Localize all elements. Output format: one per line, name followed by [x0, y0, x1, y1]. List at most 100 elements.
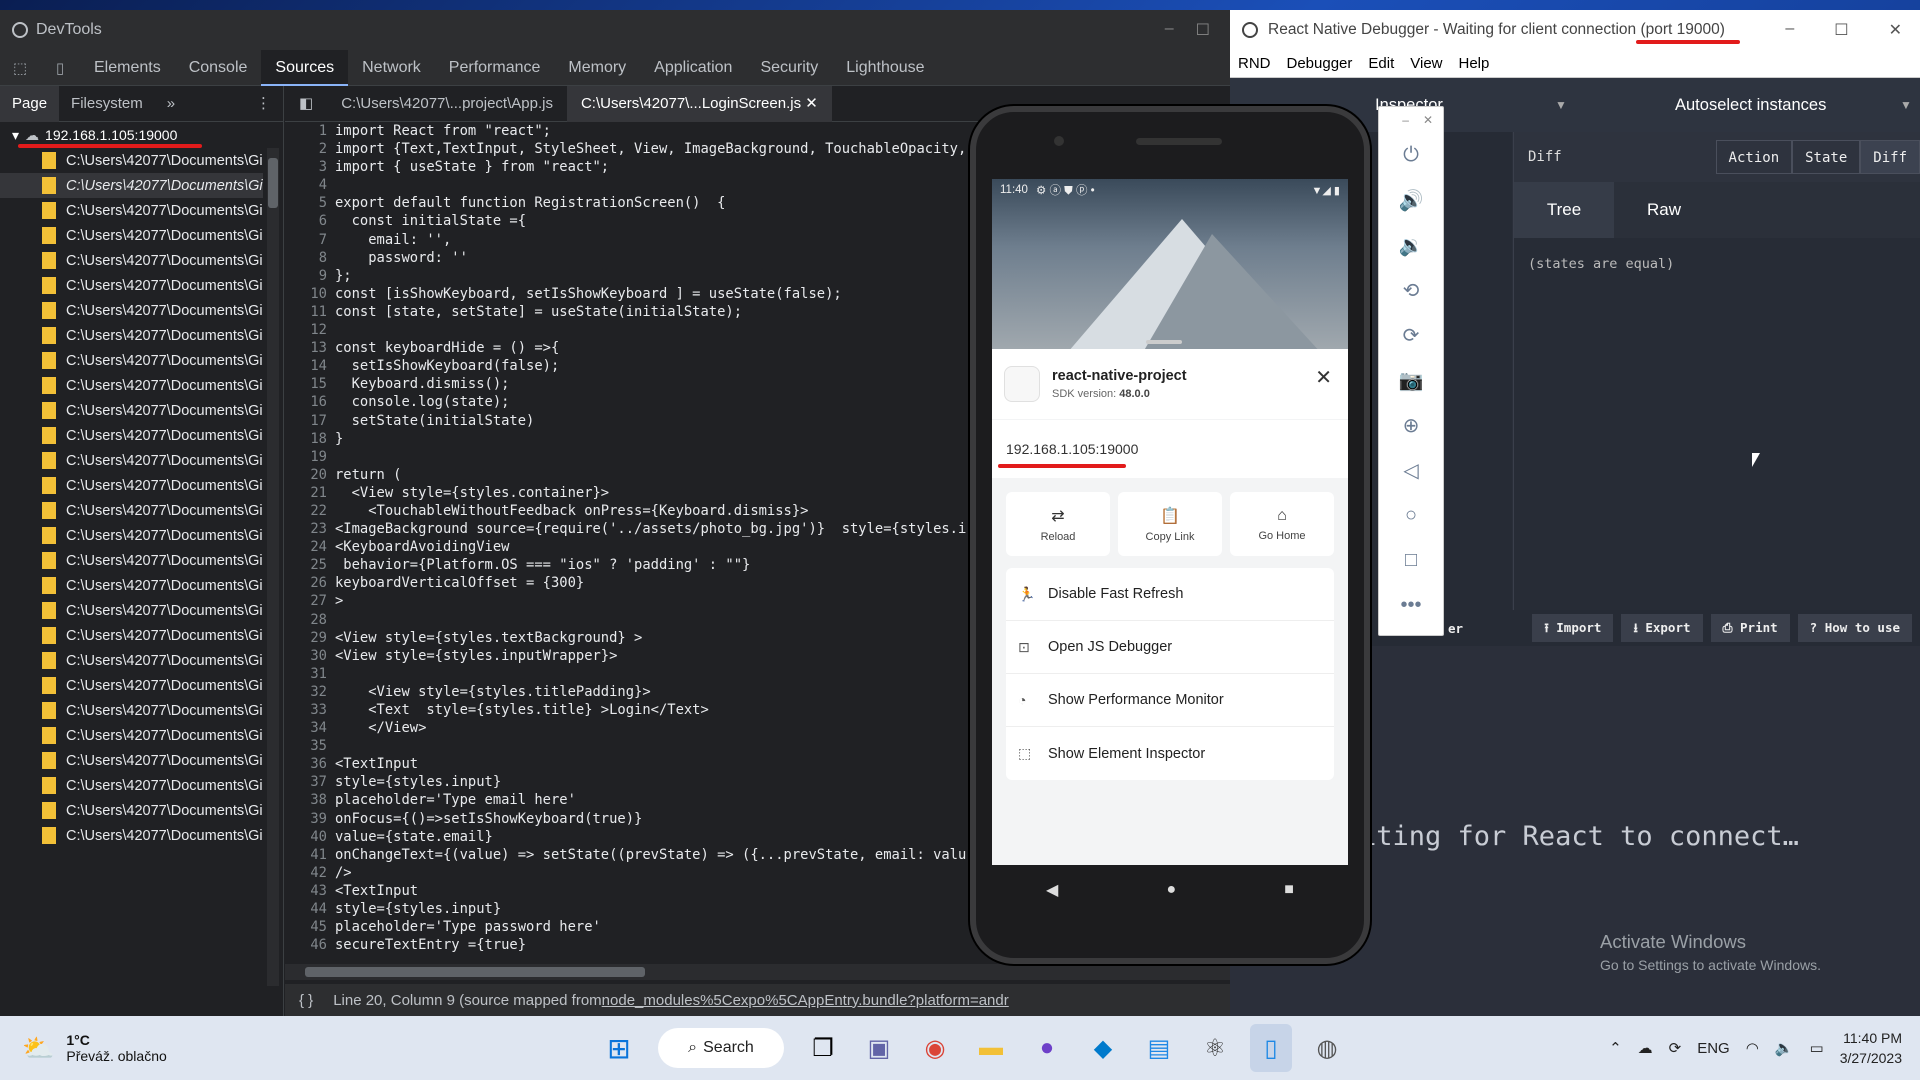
device-toolbar-icon[interactable]: ▯: [40, 59, 80, 77]
globe-icon[interactable]: ◍: [1306, 1024, 1348, 1072]
copy-link-button[interactable]: 📋 Copy Link: [1118, 492, 1222, 556]
tab-elements[interactable]: Elements: [80, 50, 175, 86]
power-icon[interactable]: ⏻: [1379, 133, 1443, 178]
notepad-icon[interactable]: ▤: [1138, 1024, 1180, 1072]
tab-performance[interactable]: Performance: [435, 50, 555, 86]
tab-page[interactable]: Page: [0, 85, 60, 122]
file-item[interactable]: C:\Users\42077\Documents\Gi: [0, 248, 263, 273]
file-item[interactable]: C:\Users\42077\Documents\Gi: [0, 173, 263, 198]
partial-button-label[interactable]: er: [1448, 621, 1463, 636]
clock[interactable]: 11:40 PM 3/27/2023: [1840, 1028, 1902, 1068]
file-item[interactable]: C:\Users\42077\Documents\Gi: [0, 598, 263, 623]
sheet-handle[interactable]: [1146, 340, 1182, 344]
source-map-link[interactable]: node_modules%5Cexpo%5CAppEntry.bundle?pl…: [602, 992, 1009, 1009]
home-icon[interactable]: ○: [1379, 493, 1443, 538]
action-button[interactable]: Action: [1715, 140, 1793, 174]
back-icon[interactable]: ◁: [1379, 448, 1443, 493]
file-item[interactable]: C:\Users\42077\Documents\Gi: [0, 798, 263, 823]
chrome-icon[interactable]: ◉: [914, 1024, 956, 1072]
file-item[interactable]: C:\Users\42077\Documents\Gi: [0, 273, 263, 298]
tab-raw[interactable]: Raw: [1614, 182, 1714, 238]
editor-horizontal-scrollbar[interactable]: [285, 964, 1230, 980]
inspect-element-icon[interactable]: ⬚: [0, 59, 40, 77]
file-item[interactable]: C:\Users\42077\Documents\Gi: [0, 548, 263, 573]
file-item[interactable]: C:\Users\42077\Documents\Gi: [0, 723, 263, 748]
back-icon[interactable]: ◀: [1046, 880, 1058, 900]
go-home-button[interactable]: ⌂ Go Home: [1230, 492, 1334, 556]
close-tab-icon[interactable]: ✕: [805, 95, 818, 112]
tab-network[interactable]: Network: [348, 50, 435, 86]
chevron-down-icon[interactable]: ▼: [1555, 98, 1567, 112]
navigator-scrollbar[interactable]: [267, 148, 279, 986]
tab-sources[interactable]: Sources: [261, 49, 349, 86]
more-tabs-icon[interactable]: »: [155, 86, 187, 122]
tree-root-host[interactable]: ▾ ☁ 192.168.1.105:19000: [0, 122, 283, 148]
taskbar-search[interactable]: ⌕ Search: [658, 1028, 784, 1068]
file-item[interactable]: C:\Users\42077\Documents\Gi: [0, 823, 263, 848]
editor-tab-app-js[interactable]: C:\Users\42077\...project\App.js: [327, 86, 567, 122]
expand-triangle-icon[interactable]: ▾: [12, 127, 19, 144]
volume-up-icon[interactable]: 🔊: [1379, 178, 1443, 223]
volume-down-icon[interactable]: 🔉: [1379, 223, 1443, 268]
file-item[interactable]: C:\Users\42077\Documents\Gi: [0, 473, 263, 498]
start-icon[interactable]: ⊞: [598, 1024, 640, 1072]
react-debugger-icon[interactable]: ⚛: [1194, 1024, 1236, 1072]
file-item[interactable]: C:\Users\42077\Documents\Gi: [0, 223, 263, 248]
maximize-button[interactable]: ☐: [1196, 20, 1210, 40]
vscode-icon[interactable]: ◆: [1082, 1024, 1124, 1072]
file-item[interactable]: C:\Users\42077\Documents\Gi: [0, 498, 263, 523]
file-item[interactable]: C:\Users\42077\Documents\Gi: [0, 148, 263, 173]
camera-icon[interactable]: 📷: [1379, 358, 1443, 403]
disable-fast-refresh-item[interactable]: 🏃 Disable Fast Refresh: [1006, 568, 1334, 621]
rotate-right-icon[interactable]: ⟳: [1379, 313, 1443, 358]
emulator-icon[interactable]: ▯: [1250, 1024, 1292, 1072]
chevron-down-icon[interactable]: ▼: [1900, 98, 1912, 112]
recents-icon[interactable]: ■: [1284, 881, 1294, 899]
tab-application[interactable]: Application: [640, 50, 746, 86]
menu-edit[interactable]: Edit: [1360, 55, 1402, 72]
diff-button[interactable]: Diff: [1860, 140, 1920, 174]
file-item[interactable]: C:\Users\42077\Documents\Gi: [0, 573, 263, 598]
tab-filesystem[interactable]: Filesystem: [59, 86, 155, 122]
close-button[interactable]: ✕: [1889, 20, 1902, 40]
file-item[interactable]: C:\Users\42077\Documents\Gi: [0, 373, 263, 398]
minimize-button[interactable]: –: [1165, 20, 1174, 40]
weather-widget[interactable]: ⛅ 1°C Převáž. oblačno: [22, 1032, 167, 1064]
autoselect-instances-select[interactable]: Autoselect instances: [1675, 96, 1826, 115]
open-js-debugger-item[interactable]: ⊡ Open JS Debugger: [1006, 621, 1334, 674]
close-emulator-icon[interactable]: ✕: [1423, 113, 1433, 127]
file-item[interactable]: C:\Users\42077\Documents\Gi: [0, 398, 263, 423]
file-item[interactable]: C:\Users\42077\Documents\Gi: [0, 748, 263, 773]
task-view-icon[interactable]: ❐: [802, 1024, 844, 1072]
close-icon[interactable]: ✕: [1315, 365, 1332, 390]
import-button[interactable]: ⭱ Import: [1532, 614, 1614, 642]
github-icon[interactable]: ●: [1026, 1024, 1068, 1072]
chevron-up-icon[interactable]: ⌃: [1609, 1039, 1622, 1057]
zoom-icon[interactable]: ⊕: [1379, 403, 1443, 448]
minimize-emulator-icon[interactable]: –: [1402, 113, 1409, 127]
file-item[interactable]: C:\Users\42077\Documents\Gi: [0, 698, 263, 723]
sync-icon[interactable]: ⟳: [1669, 1039, 1682, 1057]
battery-icon[interactable]: ▭: [1810, 1039, 1824, 1057]
show-performance-monitor-item[interactable]: ◔ Show Performance Monitor: [1006, 674, 1334, 727]
tab-tree[interactable]: Tree: [1514, 182, 1614, 238]
file-item[interactable]: C:\Users\42077\Documents\Gi: [0, 348, 263, 373]
export-button[interactable]: ⭳ Export: [1621, 614, 1703, 642]
scrollbar-thumb[interactable]: [305, 967, 645, 977]
editor-tab-login-screen[interactable]: C:\Users\42077\...LoginScreen.js ✕: [566, 85, 832, 122]
state-button[interactable]: State: [1792, 140, 1861, 174]
file-item[interactable]: C:\Users\42077\Documents\Gi: [0, 773, 263, 798]
home-icon[interactable]: ●: [1166, 881, 1176, 899]
more-icon[interactable]: •••: [1379, 583, 1443, 628]
wifi-icon[interactable]: ◠: [1746, 1039, 1759, 1057]
menu-view[interactable]: View: [1402, 55, 1450, 72]
language-indicator[interactable]: ENG: [1697, 1040, 1730, 1057]
volume-icon[interactable]: 🔈: [1775, 1039, 1794, 1057]
onedrive-icon[interactable]: ☁: [1638, 1039, 1653, 1057]
file-item[interactable]: C:\Users\42077\Documents\Gi: [0, 523, 263, 548]
file-item[interactable]: C:\Users\42077\Documents\Gi: [0, 298, 263, 323]
file-item[interactable]: C:\Users\42077\Documents\Gi: [0, 673, 263, 698]
menu-help[interactable]: Help: [1451, 55, 1498, 72]
menu-rnd[interactable]: RND: [1230, 55, 1279, 72]
show-element-inspector-item[interactable]: ⬚ Show Element Inspector: [1006, 727, 1334, 780]
